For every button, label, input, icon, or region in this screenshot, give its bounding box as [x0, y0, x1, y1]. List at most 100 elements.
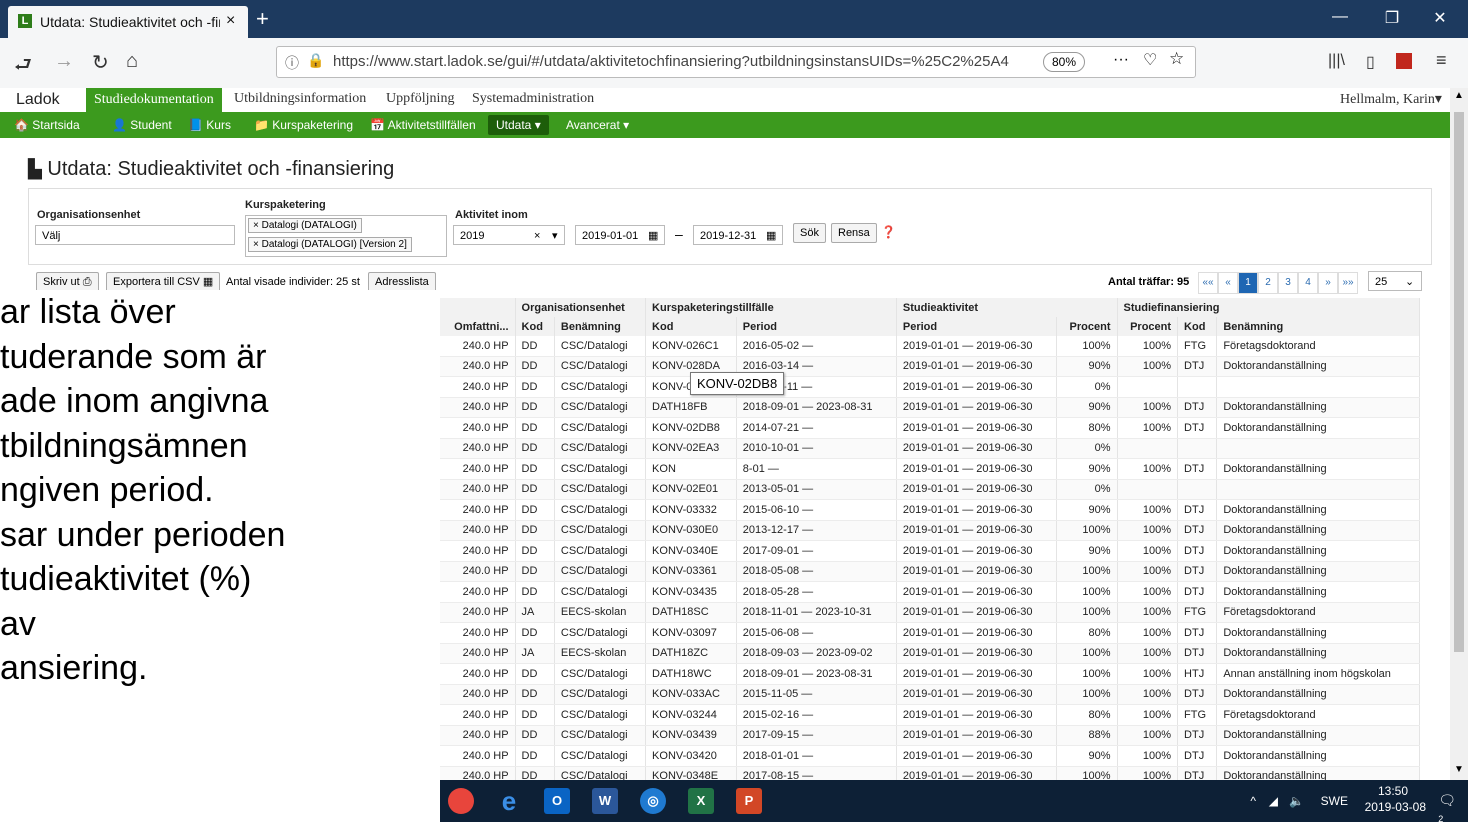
user-menu[interactable]: Hellmalm, Karin▾	[1340, 91, 1442, 108]
browser-tab[interactable]: L Utdata: Studieaktivitet och -fina ×	[8, 6, 248, 38]
calendar-icon[interactable]: ▦	[766, 226, 776, 246]
table-row[interactable]: 240.0 HP DD CSC/Datalogi KONV-03097 2015-06-…	[440, 622, 1420, 644]
subnav-student[interactable]: 👤 Student	[112, 118, 172, 132]
word-icon[interactable]: W	[592, 788, 618, 814]
print-button[interactable]: Skriv ut ⎙	[36, 272, 99, 292]
tab-close-icon[interactable]: ×	[226, 12, 235, 30]
home-icon[interactable]: ⌂	[126, 50, 138, 73]
back-icon[interactable]: ⮐	[14, 50, 32, 84]
clock-date[interactable]: 2019-03-08	[1365, 800, 1426, 814]
language-indicator[interactable]: SWE	[1321, 794, 1348, 808]
page-4[interactable]: 4	[1298, 272, 1318, 294]
table-row[interactable]: 240.0 HP DD CSC/Datalogi DATH18FB 2018-09-01…	[440, 397, 1420, 418]
volume-icon[interactable]: 🔈	[1289, 794, 1304, 808]
clock-time[interactable]: 13:50	[1378, 784, 1408, 798]
url-bar[interactable]: ⓘ 🔒 https://www.start.ladok.se/gui/#/utd…	[276, 46, 1196, 78]
notification-icon[interactable]: 🗨2	[1438, 792, 1456, 825]
chrome-icon[interactable]	[448, 788, 474, 814]
table-row[interactable]: 240.0 HP DD CSC/Datalogi KONV-030E0 2013-12-…	[440, 520, 1420, 541]
subnav-startsida[interactable]: 🏠 Startsida	[14, 118, 80, 132]
zoom-indicator[interactable]: 80%	[1043, 52, 1085, 72]
nav-studiedokumentation[interactable]: Studiedokumentation	[86, 88, 222, 112]
ladok-logo[interactable]: Ladok	[16, 91, 60, 109]
page-2[interactable]: 2	[1258, 272, 1278, 294]
library-icon[interactable]: |||\	[1328, 52, 1345, 70]
nav-utbildningsinformation[interactable]: Utbildningsinformation	[234, 91, 366, 107]
address-list-button[interactable]: Adresslista	[368, 272, 436, 292]
table-row[interactable]: 240.0 HP DD CSC/Datalogi KONV-026C1 2016-05-…	[440, 336, 1420, 357]
year-select[interactable]: 2019 × ▾	[453, 225, 565, 245]
outlook-icon[interactable]: O	[544, 788, 570, 814]
clear-button[interactable]: Rensa	[831, 223, 877, 243]
table-row[interactable]: 240.0 HP DD CSC/Datalogi KON 8-01 —2019-01-0…	[440, 458, 1420, 480]
new-tab-button[interactable]: +	[256, 6, 269, 32]
chevron-down-icon[interactable]: ⌄	[1405, 272, 1414, 292]
close-window-icon[interactable]: ✕	[1420, 8, 1460, 28]
table-row[interactable]: 240.0 HP DD CSC/Datalogi KONV-0340E 2017-09-…	[440, 540, 1420, 562]
powerpoint-icon[interactable]: P	[736, 788, 762, 814]
network-icon[interactable]: ◢	[1269, 794, 1278, 808]
kurspak-multiselect[interactable]: × Datalogi (DATALOGI) × Datalogi (DATALO…	[245, 215, 447, 257]
export-csv-button[interactable]: Exportera till CSV ▦	[106, 272, 221, 292]
scroll-thumb[interactable]	[1454, 112, 1464, 652]
table-row[interactable]: 240.0 HP DD CSC/Datalogi KONV-03361 2018-05-…	[440, 561, 1420, 582]
subnav-utdata[interactable]: Utdata ▾	[488, 115, 549, 135]
date-from-input[interactable]: 2019-01-01 ▦	[575, 225, 665, 245]
page-last[interactable]: »»	[1338, 272, 1358, 294]
page-prev[interactable]: «	[1218, 272, 1238, 294]
table-row[interactable]: 240.0 HP DD CSC/Datalogi KONV-028DA 2016-03-…	[440, 356, 1420, 377]
restore-icon[interactable]: ❐	[1372, 8, 1412, 28]
column-header[interactable]: Kod	[1177, 317, 1218, 336]
url-text[interactable]: https://www.start.ladok.se/gui/#/utdata/…	[333, 53, 1023, 70]
table-row[interactable]: 240.0 HP JA EECS-skolan DATH18SC 2018-11-01 …	[440, 602, 1420, 623]
clear-year-icon[interactable]: ×	[534, 226, 540, 246]
scroll-up-icon[interactable]: ▲	[1454, 90, 1464, 101]
page-size-select[interactable]: 25 ⌄	[1368, 271, 1422, 291]
excel-icon[interactable]: X	[688, 788, 714, 814]
help-icon[interactable]: ❓	[881, 225, 896, 239]
table-row[interactable]: 240.0 HP DD CSC/Datalogi DATH18WC 2018-09-01…	[440, 663, 1420, 685]
column-header[interactable]: Kod	[645, 317, 737, 336]
kurspak-chip[interactable]: × Datalogi (DATALOGI)	[248, 218, 362, 233]
table-row[interactable]: 240.0 HP DD CSC/Datalogi KONV-02E01 2013-05-…	[440, 479, 1420, 500]
column-header[interactable]: Period	[736, 317, 897, 336]
nav-systemadministration[interactable]: Systemadministration	[472, 91, 594, 107]
table-row[interactable]: 240.0 HP DD CSC/Datalogi KONV-0348E 2017-08-…	[440, 766, 1420, 780]
column-header[interactable]: Kod	[515, 317, 555, 336]
sidebar-icon[interactable]: ▯	[1366, 52, 1375, 72]
tray-chevron-icon[interactable]: ^	[1250, 794, 1256, 808]
subnav-kurspaketering[interactable]: 📁 Kurspaketering	[254, 118, 353, 132]
subnav-aktivitetstillfallen[interactable]: 📅 Aktivitetstillfällen	[370, 118, 476, 132]
table-row[interactable]: 240.0 HP JA EECS-skolan DATH18ZC 2018-09-03 …	[440, 643, 1420, 664]
page-first[interactable]: ««	[1198, 272, 1218, 294]
forward-icon[interactable]: →	[54, 50, 74, 73]
column-header[interactable]: Benämning	[1216, 317, 1420, 336]
calendar-icon[interactable]: ▦	[648, 226, 658, 246]
kurspak-chip[interactable]: × Datalogi (DATALOGI) [Version 2]	[248, 237, 412, 252]
table-row[interactable]: 240.0 HP DD CSC/Datalogi KONV-03244 2015-02-…	[440, 704, 1420, 726]
reload-icon[interactable]: ↻	[92, 50, 109, 75]
subnav-avancerat[interactable]: Avancerat ▾	[566, 118, 629, 132]
bookmark-star-icon[interactable]: ☆	[1169, 49, 1184, 69]
subnav-kurs[interactable]: 📘 Kurs	[188, 118, 231, 132]
table-row[interactable]: 240.0 HPDDCSC/DatalogiKONV-02E8B2017-05-…	[440, 376, 1420, 398]
pocket-icon[interactable]: ♡	[1143, 50, 1157, 70]
pdf-extension-icon[interactable]	[1396, 53, 1412, 69]
column-header[interactable]: Benämning	[554, 317, 647, 336]
page-scrollbar[interactable]: ▲ ▼	[1450, 88, 1468, 780]
date-to-input[interactable]: 2019-12-31 ▦	[693, 225, 783, 245]
column-header[interactable]: Procent	[1117, 317, 1179, 336]
org-select[interactable]: Välj	[35, 225, 235, 245]
column-header[interactable]: Period	[896, 317, 1057, 336]
page-1[interactable]: 1	[1238, 272, 1258, 294]
table-row[interactable]: 240.0 HP DD CSC/Datalogi KONV-02DB8 2014-07-…	[440, 417, 1420, 439]
page-actions-icon[interactable]: ···	[1113, 51, 1129, 69]
table-row[interactable]: 240.0 HP DD CSC/Datalogi KONV-033AC 2015-11-…	[440, 684, 1420, 705]
table-row[interactable]: 240.0 HP DD CSC/Datalogi KONV-02EA3 2010-10-…	[440, 438, 1420, 459]
info-icon[interactable]: ⓘ	[285, 53, 299, 73]
skype-icon[interactable]: ◎	[640, 788, 666, 814]
table-row[interactable]: 240.0 HP DD CSC/Datalogi KONV-03420 2018-01-…	[440, 745, 1420, 767]
scroll-down-icon[interactable]: ▼	[1454, 764, 1464, 775]
page-3[interactable]: 3	[1278, 272, 1298, 294]
nav-uppfoljning[interactable]: Uppföljning	[386, 91, 454, 107]
